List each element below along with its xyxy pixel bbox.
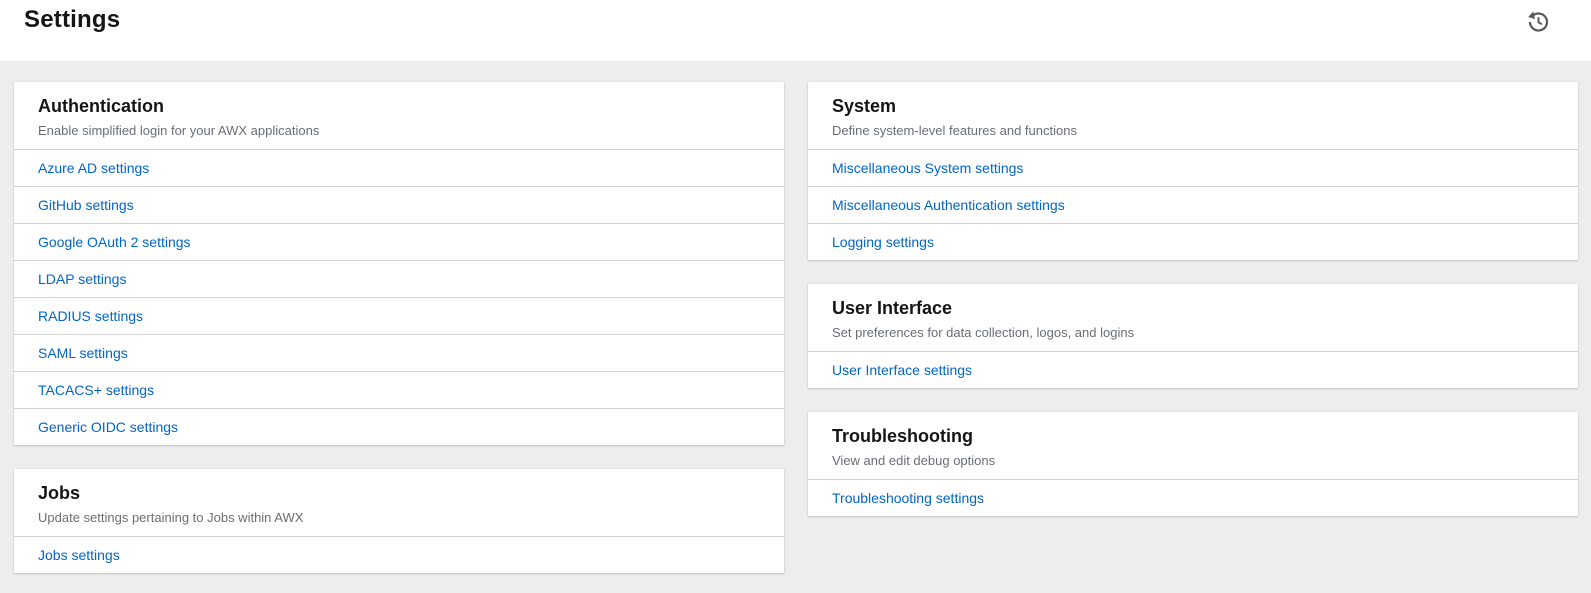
settings-card-troubleshooting: Troubleshooting View and edit debug opti…	[808, 412, 1578, 516]
settings-link-tacacs-settings[interactable]: TACACS+ settings	[38, 380, 154, 400]
settings-link-row: Azure AD settings	[14, 149, 784, 186]
right-column: System Define system-level features and …	[808, 82, 1578, 516]
card-description: Set preferences for data collection, log…	[832, 325, 1135, 340]
settings-card-authentication: Authentication Enable simplified login f…	[14, 82, 784, 445]
card-title: System	[832, 96, 897, 116]
card-header: Troubleshooting View and edit debug opti…	[808, 412, 1578, 479]
settings-link-row: SAML settings	[14, 334, 784, 371]
card-link-list: Jobs settings	[14, 536, 784, 573]
settings-link-row: Logging settings	[808, 223, 1578, 260]
left-column: Authentication Enable simplified login f…	[14, 82, 784, 573]
page-title: Settings	[24, 6, 121, 33]
card-link-list: Azure AD settings GitHub settings Google O…	[14, 149, 784, 445]
settings-link-row: User Interface settings	[808, 351, 1578, 388]
settings-link-row: Google OAuth 2 settings	[14, 223, 784, 260]
settings-link-logging-settings[interactable]: Logging settings	[832, 232, 934, 252]
card-description: View and edit debug options	[832, 453, 996, 468]
settings-link-ldap-settings[interactable]: LDAP settings	[38, 269, 126, 289]
settings-link-user-interface-settings[interactable]: User Interface settings	[832, 360, 972, 380]
settings-link-troubleshooting-settings[interactable]: Troubleshooting settings	[832, 488, 984, 508]
settings-content: Authentication Enable simplified login f…	[0, 61, 1591, 573]
card-grid: Authentication Enable simplified login f…	[14, 82, 1578, 573]
settings-card-jobs: Jobs Update settings pertaining to Jobs …	[14, 469, 784, 573]
settings-link-row: RADIUS settings	[14, 297, 784, 334]
card-description: Define system-level features and functio…	[832, 123, 1077, 138]
settings-link-generic-oidc-settings[interactable]: Generic OIDC settings	[38, 417, 178, 437]
history-button[interactable]	[1523, 6, 1553, 36]
history-icon	[1528, 11, 1549, 32]
page-header: Settings	[0, 0, 1591, 61]
settings-link-row: Generic OIDC settings	[14, 408, 784, 445]
card-title: Jobs	[38, 483, 81, 503]
settings-link-row: Jobs settings	[14, 536, 784, 573]
settings-link-azure-ad-settings[interactable]: Azure AD settings	[38, 158, 149, 178]
settings-link-row: LDAP settings	[14, 260, 784, 297]
card-title: Authentication	[38, 96, 164, 116]
card-link-list: Troubleshooting settings	[808, 479, 1578, 516]
card-header: System Define system-level features and …	[808, 82, 1578, 149]
card-header: Jobs Update settings pertaining to Jobs …	[14, 469, 784, 536]
settings-card-user-interface: User Interface Set preferences for data …	[808, 284, 1578, 388]
settings-link-row: TACACS+ settings	[14, 371, 784, 408]
settings-link-miscellaneous-authentication-settings[interactable]: Miscellaneous Authentication settings	[832, 195, 1065, 215]
settings-card-system: System Define system-level features and …	[808, 82, 1578, 260]
card-description: Update settings pertaining to Jobs withi…	[38, 510, 304, 525]
card-title: User Interface	[832, 298, 953, 318]
card-link-list: Miscellaneous System settings Miscellaneo…	[808, 149, 1578, 260]
settings-link-row: Troubleshooting settings	[808, 479, 1578, 516]
card-description: Enable simplified login for your AWX app…	[38, 123, 320, 138]
settings-link-saml-settings[interactable]: SAML settings	[38, 343, 128, 363]
card-title: Troubleshooting	[832, 426, 973, 446]
settings-link-google-oauth-2-settings[interactable]: Google OAuth 2 settings	[38, 232, 191, 252]
card-link-list: User Interface settings	[808, 351, 1578, 388]
card-header: User Interface Set preferences for data …	[808, 284, 1578, 351]
settings-link-row: Miscellaneous System settings	[808, 149, 1578, 186]
settings-link-radius-settings[interactable]: RADIUS settings	[38, 306, 143, 326]
settings-link-row: GitHub settings	[14, 186, 784, 223]
settings-link-row: Miscellaneous Authentication settings	[808, 186, 1578, 223]
card-header: Authentication Enable simplified login f…	[14, 82, 784, 149]
settings-link-github-settings[interactable]: GitHub settings	[38, 195, 134, 215]
settings-link-miscellaneous-system-settings[interactable]: Miscellaneous System settings	[832, 158, 1023, 178]
settings-link-jobs-settings[interactable]: Jobs settings	[38, 545, 120, 565]
